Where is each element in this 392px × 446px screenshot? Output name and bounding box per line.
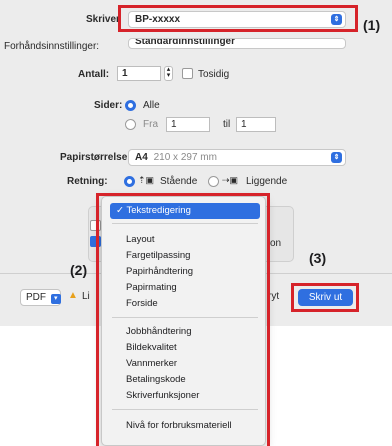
pages-from-label: Fra (143, 119, 158, 130)
paper-size-dims: 210 x 297 mm (153, 152, 217, 163)
chevron-updown-icon: ⇕ (331, 152, 342, 163)
paper-size-value: A4 (135, 152, 148, 163)
two-sided-label: Tosidig (198, 69, 230, 80)
chevron-down-icon: ▾ (166, 72, 171, 79)
copies-input[interactable]: 1 (117, 66, 161, 81)
callout-box-2 (96, 193, 270, 446)
callout-box-3 (291, 283, 359, 312)
warning-text-fragment: Li (82, 291, 90, 302)
presets-popup[interactable]: Standardinnstillinger (128, 38, 346, 49)
paper-size-label: Papirstørrelse: (60, 152, 131, 163)
copies-label: Antall: (78, 69, 110, 80)
landscape-icon: ⇢▣ (222, 175, 239, 185)
two-sided-checkbox[interactable] (182, 68, 193, 79)
callout-label-3: (3) (309, 250, 327, 266)
pages-from-input[interactable]: 1 (166, 117, 210, 132)
presets-value: Standardinnstillinger (135, 38, 236, 47)
portrait-icon: ⇡▣ (138, 175, 155, 185)
pages-range-radio[interactable] (125, 119, 136, 130)
callout-box-1 (118, 5, 358, 32)
callout-label-2: (2) (70, 262, 88, 278)
orientation-label: Retning: (67, 176, 108, 187)
pages-all-radio[interactable] (125, 100, 136, 111)
pages-to-input[interactable]: 1 (236, 117, 276, 132)
landscape-radio[interactable] (208, 176, 219, 187)
pages-to-label: til (223, 119, 231, 130)
presets-label: Forhåndsinnstillinger: (4, 41, 100, 52)
paper-size-popup[interactable]: A4 210 x 297 mm ⇕ (128, 149, 346, 166)
pdf-menu-button[interactable]: PDF ▾ (20, 289, 61, 306)
portrait-radio[interactable] (124, 176, 135, 187)
portrait-label: Stående (160, 176, 198, 187)
hidden-option-fragment: on (270, 238, 282, 249)
landscape-label: Liggende (246, 176, 288, 187)
pages-all-label: Alle (143, 100, 160, 111)
copies-stepper[interactable]: ▴ ▾ (164, 66, 173, 81)
callout-label-1: (1) (363, 17, 381, 33)
chevron-down-icon: ▾ (50, 294, 61, 304)
pages-label: Sider: (94, 100, 123, 111)
warning-icon: ▲ (68, 290, 78, 301)
pdf-label: PDF (26, 292, 46, 303)
printer-label: Skriver (86, 14, 120, 25)
